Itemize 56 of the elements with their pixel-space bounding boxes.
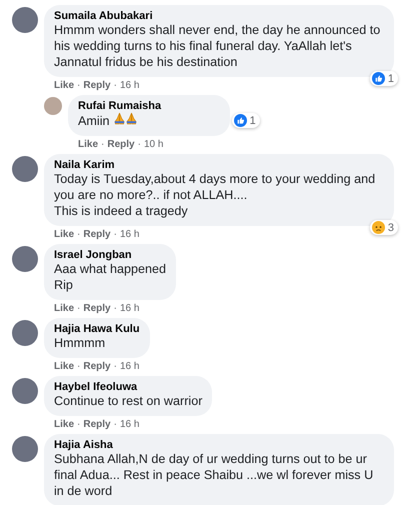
- separator-dot: ·: [114, 419, 117, 430]
- action-link[interactable]: Reply: [107, 139, 135, 150]
- author-name: Haybel Ifeoluwa: [54, 381, 138, 393]
- reaction-count[interactable]: 1: [370, 71, 398, 86]
- action-link[interactable]: Like: [54, 361, 74, 372]
- timestamp[interactable]: 16 h: [120, 229, 140, 240]
- thumbs-up-icon: [372, 72, 385, 85]
- action-link[interactable]: Reply: [83, 80, 111, 91]
- separator-dot: ·: [77, 419, 80, 430]
- avatar[interactable]: [12, 7, 38, 33]
- separator-dot: ·: [77, 229, 80, 240]
- action-link[interactable]: Reply: [83, 229, 111, 240]
- action-link[interactable]: Like: [78, 139, 98, 150]
- comment-text: Today is Tuesday,about 4 days more to your wedding and you are no more?.. if not ALLAH.... This is indeed a tragedy: [54, 171, 376, 219]
- action-link[interactable]: Reply: [83, 419, 111, 430]
- separator-dot: ·: [114, 229, 117, 240]
- avatar[interactable]: [12, 246, 38, 272]
- timestamp[interactable]: 16 h: [120, 361, 140, 372]
- comment-text: Hmmmm: [54, 335, 106, 351]
- comment-text: Continue to rest on warrior: [54, 393, 202, 409]
- author-name: Hajia Hawa Kulu: [54, 323, 140, 335]
- action-link[interactable]: Like: [54, 80, 74, 91]
- avatar[interactable]: [12, 156, 38, 182]
- avatar[interactable]: [12, 320, 38, 346]
- reaction-count[interactable]: 3: [370, 220, 398, 235]
- thumbs-up-icon: [234, 114, 247, 127]
- separator-dot: ·: [138, 139, 141, 150]
- comment-text: Hmmm wonders shall never end, the day he announced to his wedding turns to his final funeral day. YaAllah let's Jannatul fridus be his destination: [54, 22, 382, 70]
- author-name: Rufai Rumaisha: [78, 100, 162, 112]
- avatar[interactable]: [12, 436, 38, 462]
- comment-text: Aaa what happened Rip: [54, 261, 166, 293]
- reaction-count[interactable]: 1: [232, 113, 260, 128]
- action-link[interactable]: Reply: [83, 361, 111, 372]
- action-link[interactable]: Reply: [83, 303, 111, 314]
- author-name: Israel Jongban: [54, 249, 133, 261]
- comment-text: Subhana Allah,N de day of ur wedding turns out to be ur final Adua... Rest in peace Shaibu ...we wl forever miss U in de word: [54, 451, 374, 499]
- action-link[interactable]: Like: [54, 303, 74, 314]
- timestamp[interactable]: 16 h: [120, 80, 140, 91]
- sad-face-icon: [372, 221, 385, 234]
- separator-dot: ·: [77, 80, 80, 91]
- separator-dot: ·: [101, 139, 104, 150]
- author-name: Naila Karim: [54, 159, 116, 171]
- action-link[interactable]: Like: [54, 229, 74, 240]
- timestamp[interactable]: 10 h: [144, 139, 164, 150]
- comment-text: Amiin: [78, 113, 110, 129]
- timestamp[interactable]: 16 h: [120, 419, 140, 430]
- separator-dot: ·: [114, 80, 117, 91]
- timestamp[interactable]: 16 h: [120, 303, 140, 314]
- separator-dot: ·: [114, 303, 117, 314]
- separator-dot: ·: [77, 303, 80, 314]
- author-name: Hajia Aisha: [54, 439, 114, 451]
- action-link[interactable]: Like: [54, 419, 74, 430]
- author-name: Sumaila Abubakari: [54, 10, 154, 22]
- separator-dot: ·: [114, 361, 117, 372]
- separator-dot: ·: [77, 361, 80, 372]
- avatar[interactable]: [12, 378, 38, 404]
